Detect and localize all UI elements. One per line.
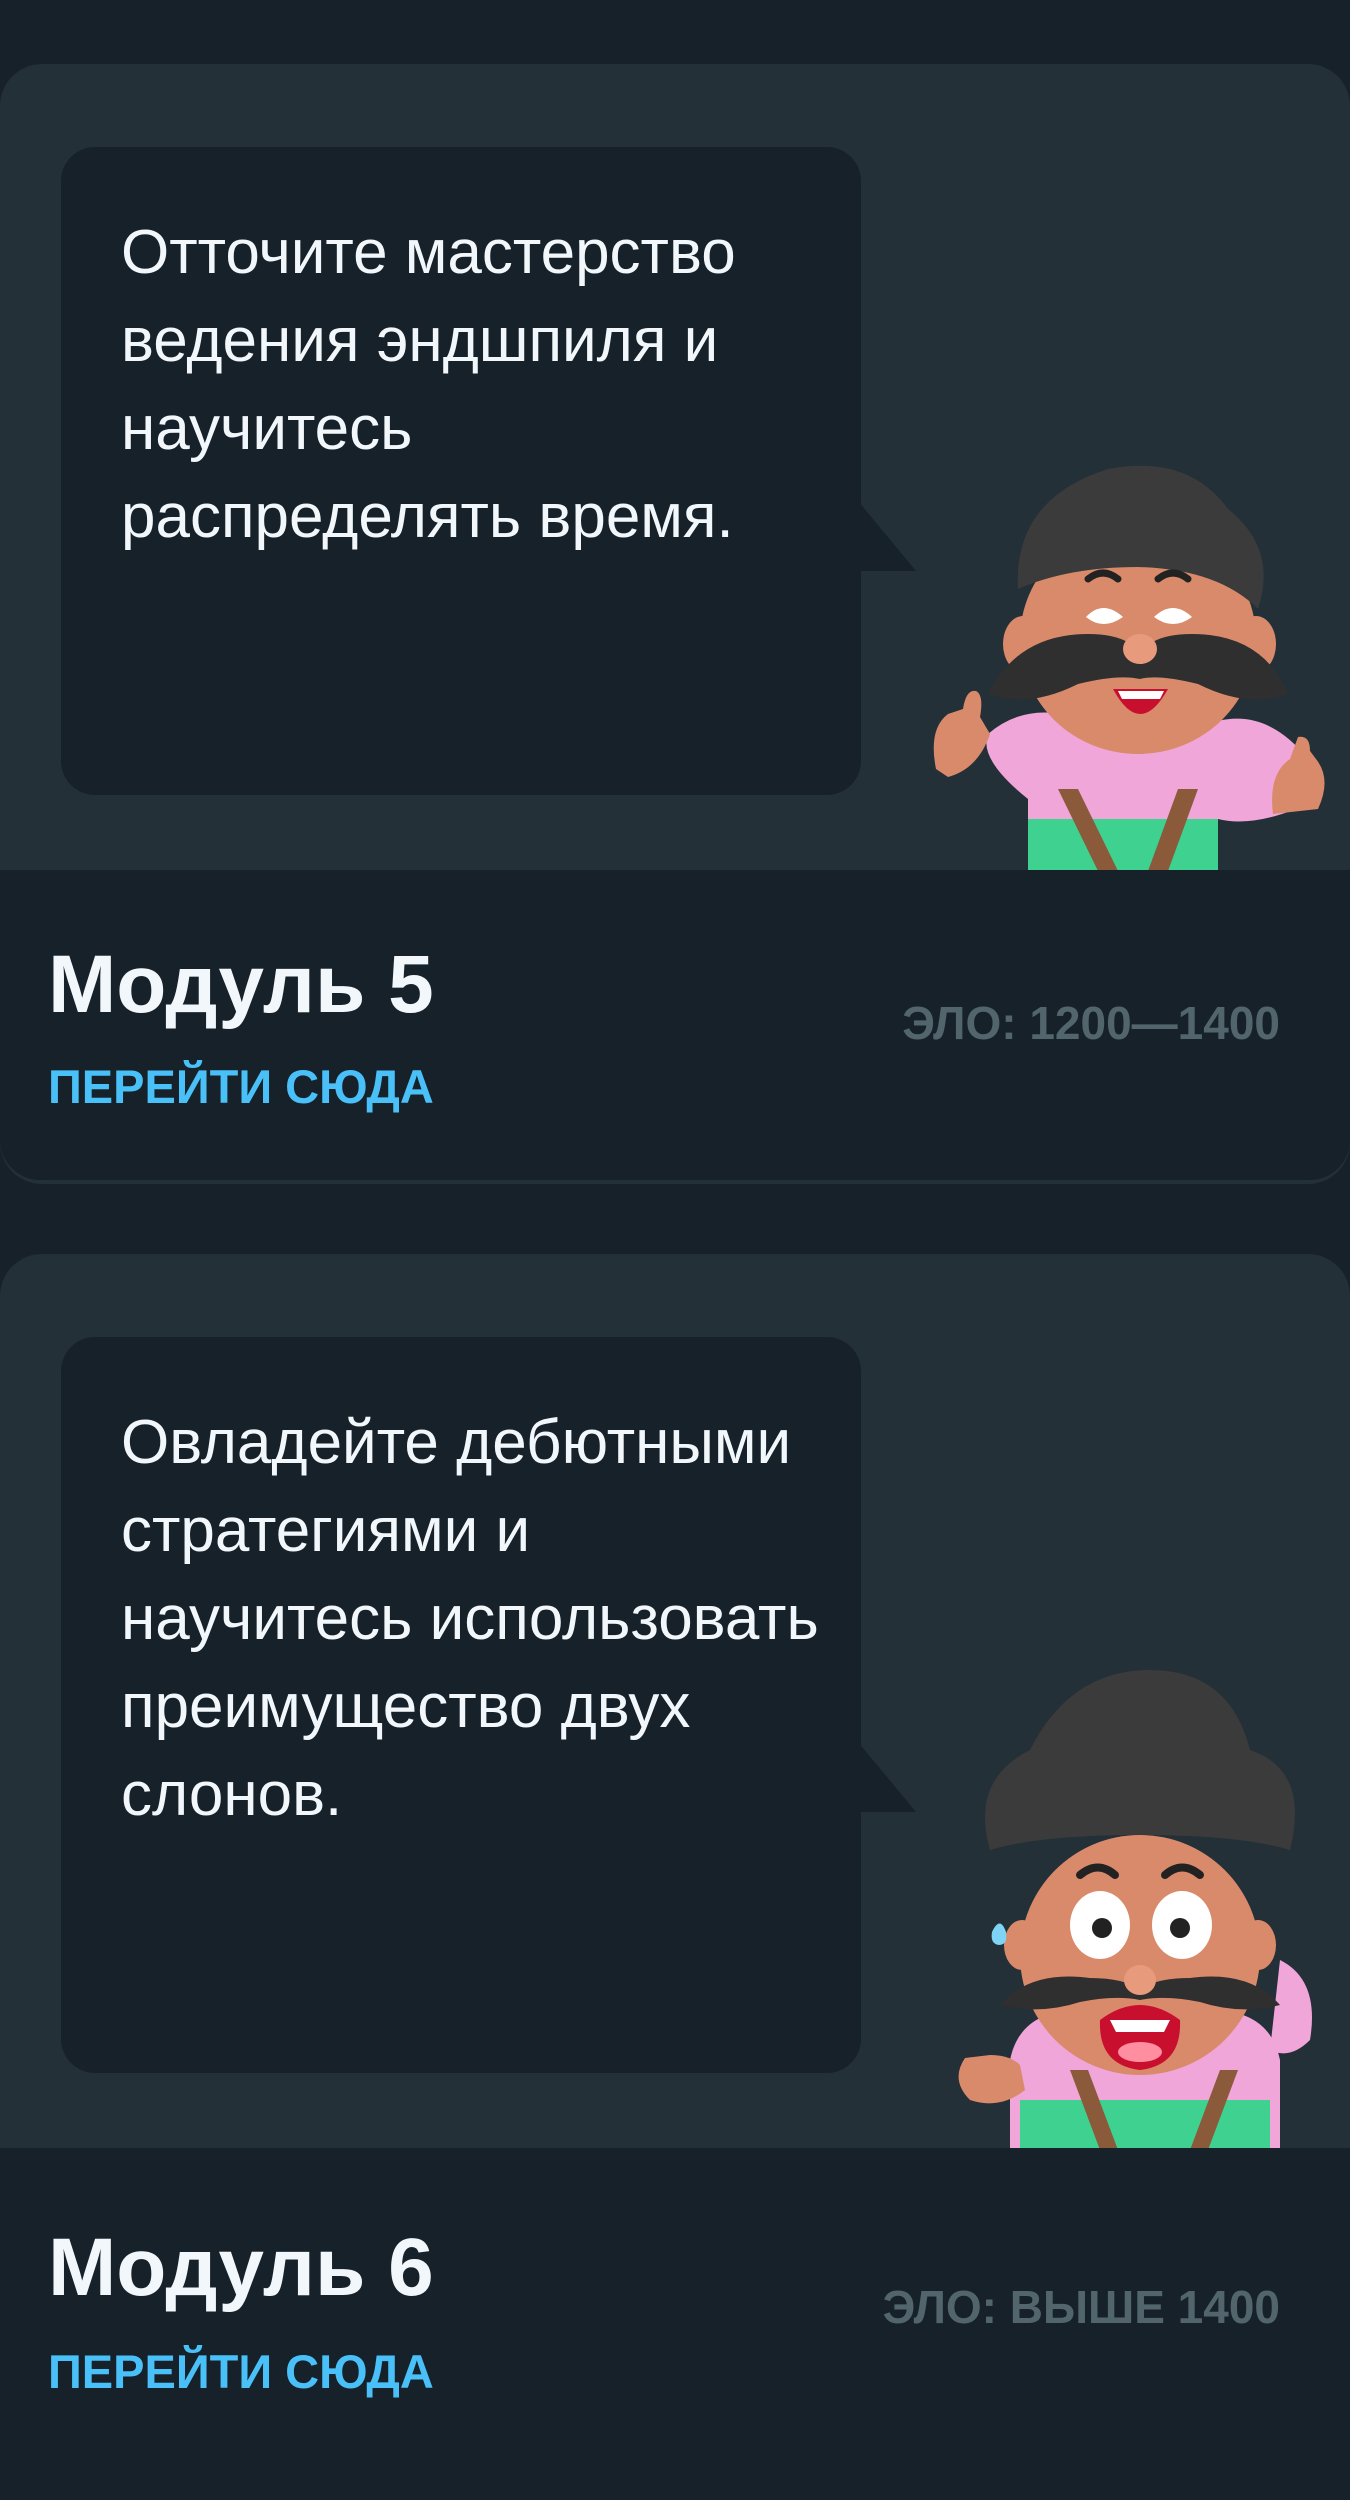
mascot-thumbs-up-illustration <box>933 465 1325 871</box>
speech-bubble-text: Отточите мастерство ведения эндшпиля и н… <box>121 218 736 551</box>
speech-bubble-tail <box>858 1742 916 1812</box>
module-hero: Овладейте дебютными стратегиями и научит… <box>0 1254 1350 2150</box>
speech-bubble-tail <box>858 501 916 571</box>
elo-range-label: ЭЛО: ВЫШЕ 1400 <box>882 2281 1280 2333</box>
speech-bubble: Отточите мастерство ведения эндшпиля и н… <box>61 147 861 795</box>
module-card[interactable]: Отточите мастерство ведения эндшпиля и н… <box>0 64 1350 1184</box>
module-hero: Отточите мастерство ведения эндшпиля и н… <box>0 64 1350 871</box>
speech-bubble: Овладейте дебютными стратегиями и научит… <box>61 1337 861 2073</box>
module-card[interactable]: Овладейте дебютными стратегиями и научит… <box>0 1254 1350 2500</box>
go-here-link[interactable]: ПЕРЕЙТИ СЮДА <box>48 1060 434 1114</box>
module-title: Модуль 5 <box>48 939 434 1030</box>
mascot-surprised-illustration <box>958 1670 1312 2150</box>
module-footer: Модуль 5 ПЕРЕЙТИ СЮДА ЭЛО: 1200—1400 <box>0 870 1350 1180</box>
speech-bubble-text: Овладейте дебютными стратегиями и научит… <box>121 1408 819 1829</box>
go-here-link[interactable]: ПЕРЕЙТИ СЮДА <box>48 2345 434 2399</box>
module-footer: Модуль 6 ПЕРЕЙТИ СЮДА ЭЛО: ВЫШЕ 1400 <box>0 2148 1350 2500</box>
module-title: Модуль 6 <box>48 2222 434 2313</box>
elo-range-label: ЭЛО: 1200—1400 <box>902 997 1280 1049</box>
